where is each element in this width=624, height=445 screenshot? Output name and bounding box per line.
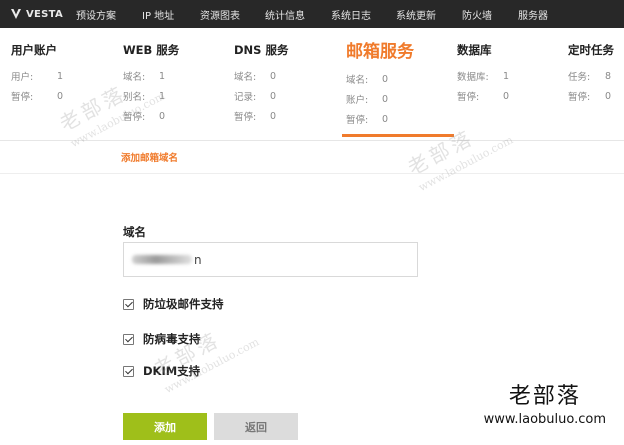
redacted-text	[132, 255, 192, 264]
brand-cn: 老部落	[508, 384, 581, 409]
stat-key: 暂停:	[568, 92, 591, 103]
watermark: 老部落 www.laobuluo.com	[402, 106, 516, 195]
vesta-logo[interactable]: VESTA	[0, 0, 74, 28]
nav-item-logs[interactable]: 系统日志	[331, 0, 371, 28]
card-title: DNS 服务	[234, 43, 289, 57]
nav-item-updates[interactable]: 系统更新	[396, 0, 436, 28]
domain-label: 域名	[123, 225, 146, 239]
checkbox-label: 防病毒支持	[143, 332, 201, 346]
stat-value: 0	[382, 113, 389, 125]
checkbox-antispam-row[interactable]: 防垃圾邮件支持	[123, 296, 224, 312]
stat-value: 0	[382, 93, 389, 105]
stat-value: 1	[503, 70, 510, 82]
top-nav: VESTA 预设方案 IP 地址 资源图表 统计信息 系统日志 系统更新 防火墙…	[0, 0, 624, 28]
nav-item-firewall[interactable]: 防火墙	[462, 0, 492, 28]
active-tab-indicator	[342, 134, 454, 137]
brand-url: www.laobuluo.com	[483, 412, 606, 427]
stat-key: 暂停:	[457, 92, 480, 103]
card-users[interactable]: 用户账户 用户: 1 暂停: 0	[11, 42, 63, 106]
card-title: 数据库	[457, 43, 492, 57]
stat-value: 1	[159, 90, 166, 102]
nav-item-statistics[interactable]: 统计信息	[265, 0, 305, 28]
card-databases[interactable]: 数据库 数据库: 1 暂停: 0	[457, 42, 509, 106]
checkbox-antivirus[interactable]	[123, 333, 134, 345]
stat-value: 1	[57, 70, 64, 82]
nav-item-packages[interactable]: 预设方案	[76, 0, 116, 28]
stat-key: 暂停:	[123, 112, 146, 123]
vesta-logo-icon	[9, 7, 23, 21]
logo-text: VESTA	[26, 8, 64, 20]
card-title: 用户账户	[11, 43, 57, 57]
stat-value: 0	[503, 90, 510, 102]
checkbox-label: 防垃圾邮件支持	[143, 297, 224, 311]
brand-watermark: 老部落 www.laobuluo.com	[484, 378, 606, 427]
stat-key: 任务:	[568, 72, 591, 83]
stat-key: 域名:	[234, 72, 257, 83]
stat-key: 暂停:	[234, 112, 257, 123]
stat-key: 暂停:	[11, 92, 34, 103]
card-title: WEB 服务	[123, 43, 180, 57]
watermark-cn: 老部落	[403, 124, 479, 180]
checkbox-antispam[interactable]	[123, 298, 134, 310]
add-mail-domain-link[interactable]: 添加邮箱域名	[121, 150, 178, 164]
summary-divider	[0, 140, 624, 141]
stat-value: 0	[270, 70, 277, 82]
nav-item-graphs[interactable]: 资源图表	[200, 0, 240, 28]
nav-item-server[interactable]: 服务器	[518, 0, 548, 28]
checkbox-dkim[interactable]	[123, 365, 134, 377]
watermark-url: www.laobuluo.com	[416, 133, 516, 195]
stat-value: 0	[605, 90, 612, 102]
domain-value-visible: n	[194, 252, 202, 267]
stat-key: 账户:	[346, 95, 369, 106]
toolbar-divider	[0, 173, 624, 174]
stat-value: 0	[159, 110, 166, 122]
nav-item-ip[interactable]: IP 地址	[142, 0, 174, 28]
back-button[interactable]: 返回	[214, 413, 298, 440]
add-button[interactable]: 添加	[123, 413, 207, 440]
checkbox-dkim-row[interactable]: DKIM支持	[123, 363, 200, 379]
stat-value: 8	[605, 70, 612, 82]
stat-value: 1	[159, 70, 166, 82]
stat-key: 用户:	[11, 72, 34, 83]
card-title-active: 邮箱服务	[346, 42, 414, 62]
card-dns[interactable]: DNS 服务 域名: 0 记录: 0 暂停: 0	[234, 42, 288, 126]
stat-key: 域名:	[346, 75, 369, 86]
watermark: 老部落 www.laobuluo.com	[148, 308, 262, 396]
stat-value: 0	[382, 73, 389, 85]
stat-key: 数据库:	[457, 72, 489, 83]
card-title: 定时任务	[568, 43, 614, 57]
card-web[interactable]: WEB 服务 域名: 1 别名: 1 暂停: 0	[123, 42, 179, 126]
stat-key: 记录:	[234, 92, 257, 103]
stat-key: 别名:	[123, 92, 146, 103]
stat-key: 暂停:	[346, 115, 369, 126]
card-cron[interactable]: 定时任务 任务: 8 暂停: 0	[568, 42, 614, 106]
checkbox-label: DKIM支持	[143, 364, 201, 378]
checkbox-antivirus-row[interactable]: 防病毒支持	[123, 331, 201, 347]
domain-input[interactable]: n	[123, 242, 418, 277]
stat-value: 0	[57, 90, 64, 102]
stat-key: 域名:	[123, 72, 146, 83]
stat-value: 0	[270, 110, 277, 122]
stat-value: 0	[270, 90, 277, 102]
card-mail[interactable]: 邮箱服务 域名: 0 账户: 0 暂停: 0	[346, 42, 414, 129]
